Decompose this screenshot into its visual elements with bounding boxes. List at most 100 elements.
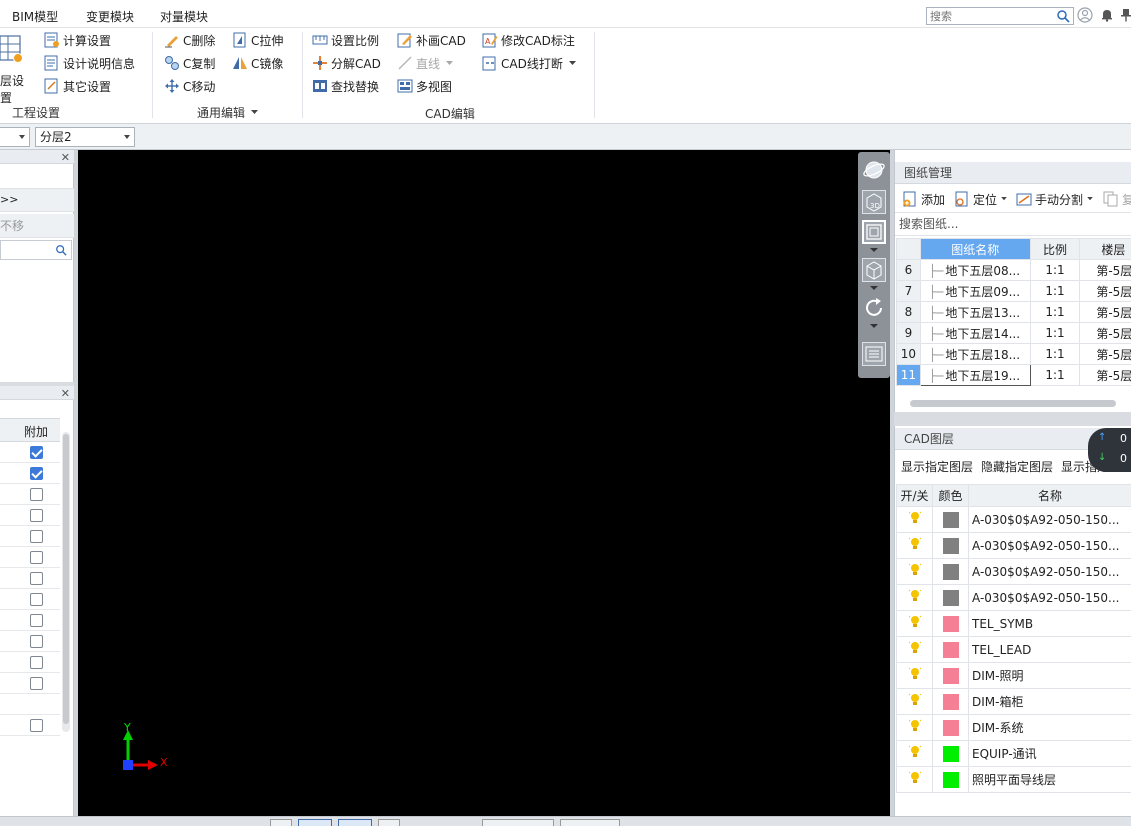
add-drawing-button[interactable]: 添加: [902, 189, 945, 209]
c-mirror-button[interactable]: C镜像: [232, 53, 283, 73]
cad-break-button[interactable]: CAD线打断: [482, 53, 576, 73]
rotate-icon[interactable]: [862, 296, 886, 320]
scrollbar-thumb[interactable]: [63, 434, 69, 724]
attach-checkbox[interactable]: [30, 677, 43, 690]
attach-checkbox[interactable]: [30, 509, 43, 522]
attach-checkbox[interactable]: [30, 446, 43, 459]
layer-color-cell[interactable]: [932, 688, 969, 715]
attach-checkbox[interactable]: [30, 719, 43, 732]
menu-change-module[interactable]: 变更模块: [86, 8, 134, 25]
close-icon[interactable]: ✕: [61, 387, 70, 400]
col-scale[interactable]: 比例: [1029, 238, 1081, 260]
view-cube-button[interactable]: [862, 258, 886, 282]
col-color[interactable]: 颜色: [932, 484, 969, 507]
left-nav-row[interactable]: >>: [0, 188, 74, 212]
locate-button[interactable]: 定位: [954, 189, 1007, 209]
layer-combo[interactable]: 分层2: [35, 127, 135, 147]
copy-drawing-button[interactable]: 复: [1103, 189, 1131, 209]
table-row[interactable]: A-030$0$A92-050-150...: [896, 558, 1131, 585]
calc-settings-button[interactable]: 计算设置: [44, 30, 111, 50]
table-row[interactable]: EQUIP-通讯: [896, 740, 1131, 767]
table-row[interactable]: DIM-系统: [896, 714, 1131, 741]
col-floor[interactable]: 楼层: [1079, 238, 1131, 260]
chevron-down-icon[interactable]: [870, 286, 878, 291]
view-options-button[interactable]: [862, 342, 886, 366]
status-button[interactable]: [270, 819, 292, 826]
layer-color-cell[interactable]: [932, 714, 969, 741]
layer-color-cell[interactable]: [932, 740, 969, 767]
table-row[interactable]: TEL_SYMB: [896, 610, 1131, 637]
c-move-button[interactable]: C移动: [164, 76, 215, 96]
floor-settings-button[interactable]: 层设置: [0, 32, 34, 105]
table-row[interactable]: 8 ├─ 地下五层13... 1:1 第-5层: [896, 301, 1131, 323]
status-button[interactable]: [560, 819, 620, 826]
find-replace-button[interactable]: 查找替换: [312, 76, 379, 96]
table-row[interactable]: 6 ├─ 地下五层08... 1:1 第-5层: [896, 259, 1131, 281]
search-icon[interactable]: [1056, 9, 1070, 23]
pin-icon[interactable]: [1121, 8, 1131, 22]
top-view-button[interactable]: [862, 220, 886, 244]
table-row[interactable]: A-030$0$A92-050-150...: [896, 584, 1131, 611]
user-avatar-icon[interactable]: [1077, 7, 1093, 23]
manual-split-button[interactable]: 手动分割: [1016, 189, 1093, 209]
table-row[interactable]: 7 ├─ 地下五层09... 1:1 第-5层: [896, 280, 1131, 302]
other-settings-button[interactable]: 其它设置: [44, 76, 111, 96]
c-delete-button[interactable]: C删除: [164, 30, 215, 50]
layer-color-cell[interactable]: [932, 584, 969, 611]
search-input[interactable]: [927, 8, 1055, 24]
layer-toggle[interactable]: [896, 610, 933, 637]
c-copy-button[interactable]: C复制: [164, 53, 215, 73]
layer-toggle[interactable]: [896, 636, 933, 663]
col-drawing-name[interactable]: 图纸名称: [919, 238, 1031, 260]
attach-checkbox[interactable]: [30, 614, 43, 627]
status-button[interactable]: [338, 819, 372, 826]
menu-quantity-module[interactable]: 对量模块: [160, 8, 208, 25]
table-row[interactable]: DIM-箱柜: [896, 688, 1131, 715]
table-row[interactable]: TEL_LEAD: [896, 636, 1131, 663]
layer-toggle[interactable]: [896, 740, 933, 767]
drawing-name-cell[interactable]: ├─ 地下五层08...: [919, 259, 1031, 281]
show-specified-layer-button[interactable]: 显示指定图层: [901, 458, 973, 475]
attach-checkbox[interactable]: [30, 467, 43, 480]
redraw-cad-button[interactable]: 补画CAD: [397, 30, 466, 50]
horizontal-scrollbar-thumb[interactable]: [910, 400, 1116, 407]
table-row[interactable]: 照明平面导线层: [896, 766, 1131, 793]
menu-bim-model[interactable]: BIM模型: [12, 8, 58, 25]
attach-checkbox[interactable]: [30, 656, 43, 669]
layer-color-cell[interactable]: [932, 610, 969, 637]
design-notes-button[interactable]: 设计说明信息: [44, 53, 135, 73]
table-row[interactable]: DIM-照明: [896, 662, 1131, 689]
layer-toggle[interactable]: [896, 714, 933, 741]
drawing-name-cell[interactable]: ├─ 地下五层13...: [919, 301, 1031, 323]
status-button[interactable]: [482, 819, 554, 826]
drawing-name-cell[interactable]: ├─ 地下五层18...: [919, 343, 1031, 365]
attach-checkbox[interactable]: [30, 488, 43, 501]
drawing-name-cell[interactable]: ├─ 地下五层19...: [919, 364, 1031, 386]
explode-cad-button[interactable]: 分解CAD: [312, 53, 381, 73]
table-row[interactable]: 10 ├─ 地下五层18... 1:1 第-5层: [896, 343, 1131, 365]
layer-toggle[interactable]: [896, 688, 933, 715]
close-icon[interactable]: ✕: [61, 151, 70, 164]
chevron-down-icon[interactable]: [870, 248, 878, 253]
bell-icon[interactable]: [1100, 8, 1114, 22]
layer-color-cell[interactable]: [932, 558, 969, 585]
layer-toggle[interactable]: [896, 766, 933, 793]
table-row[interactable]: A-030$0$A92-050-150...: [896, 506, 1131, 533]
col-on-off[interactable]: 开/关: [896, 484, 933, 507]
layer-toggle[interactable]: [896, 584, 933, 611]
attach-checkbox[interactable]: [30, 593, 43, 606]
layer-color-cell[interactable]: [932, 766, 969, 793]
multi-view-button[interactable]: 多视图: [397, 76, 452, 96]
layer-toggle[interactable]: [896, 558, 933, 585]
left-move-row[interactable]: 不移: [0, 214, 74, 238]
search-icon[interactable]: [55, 244, 67, 256]
drawing-search-input[interactable]: 搜索图纸...: [895, 212, 1131, 236]
modify-cad-dim-button[interactable]: A 修改CAD标注: [482, 30, 575, 50]
left-search-input[interactable]: [0, 240, 72, 260]
layer-color-cell[interactable]: [932, 532, 969, 559]
layer-toggle[interactable]: [896, 532, 933, 559]
layer-color-cell[interactable]: [932, 662, 969, 689]
layer-toggle[interactable]: [896, 662, 933, 689]
layer-color-cell[interactable]: [932, 636, 969, 663]
line-button[interactable]: 直线: [397, 53, 454, 73]
